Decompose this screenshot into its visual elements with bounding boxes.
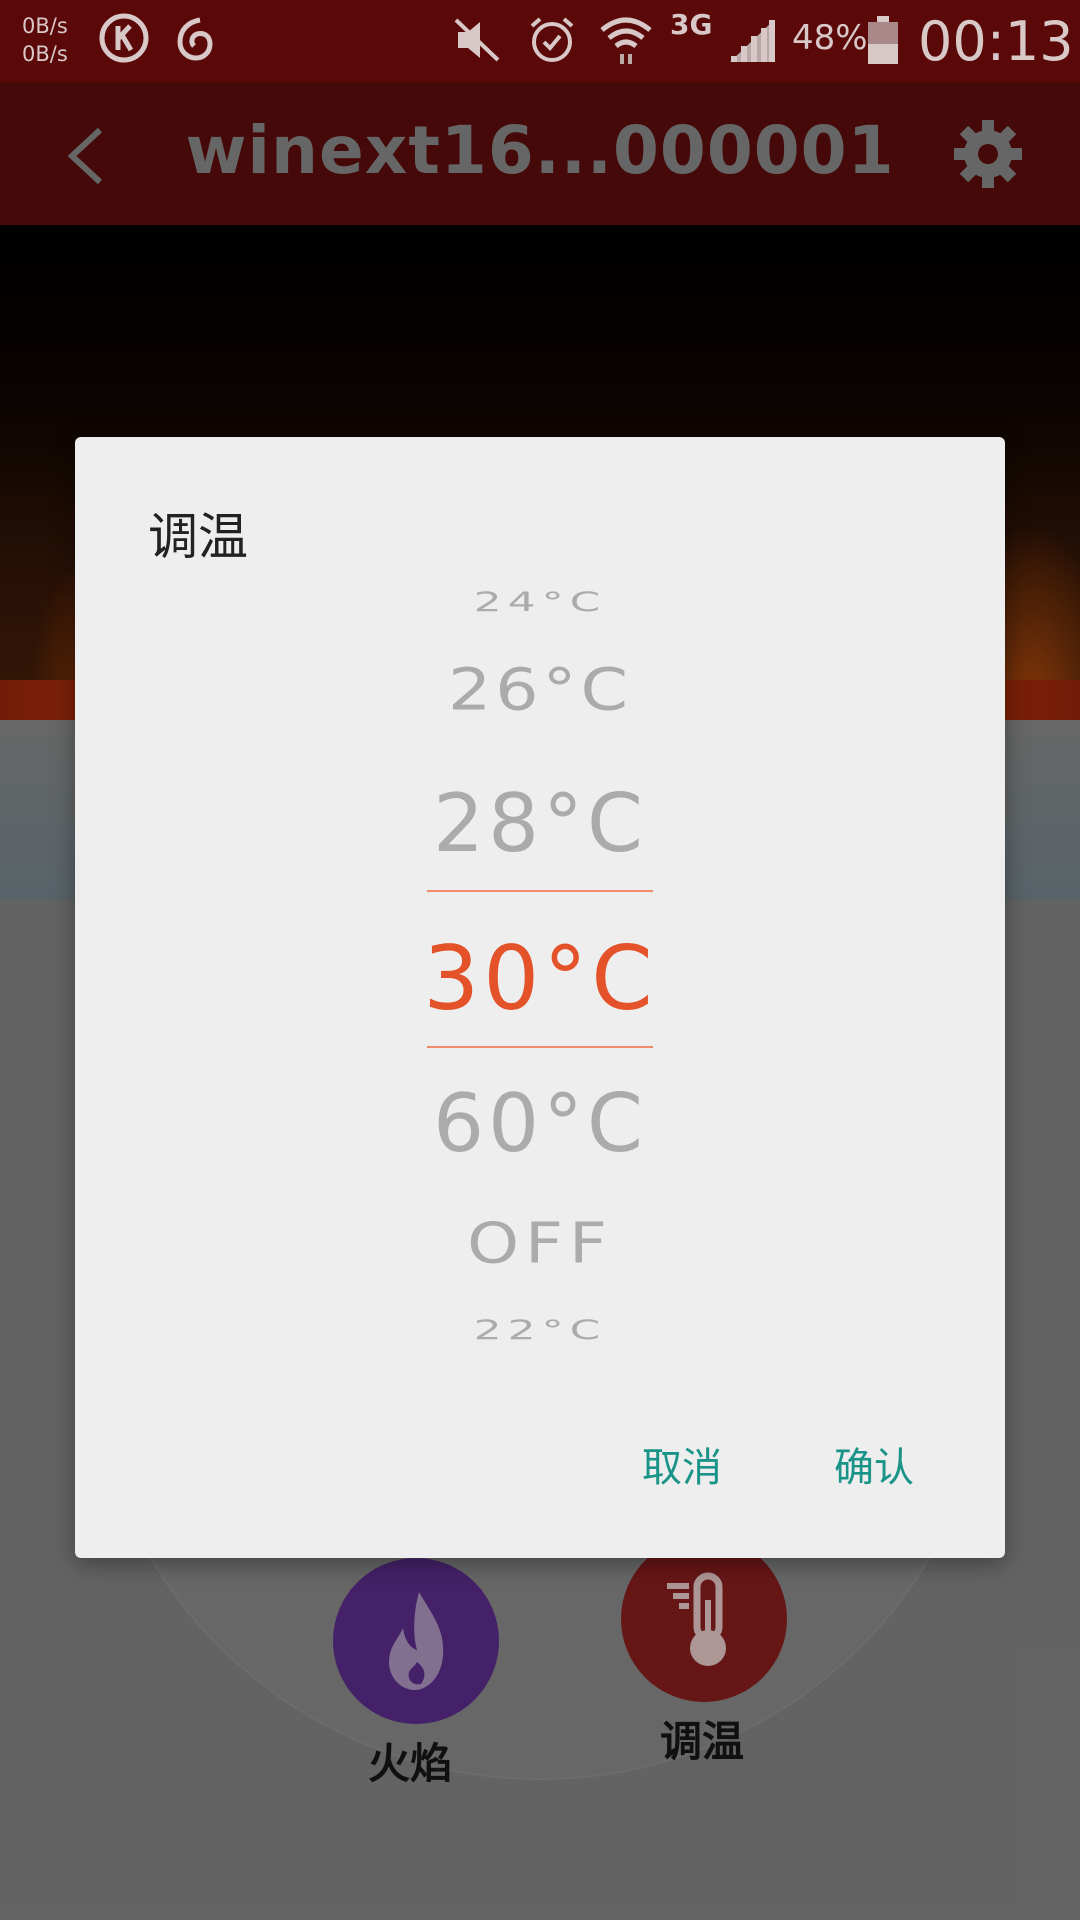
netease-music-icon bbox=[177, 17, 213, 61]
mute-icon bbox=[454, 18, 500, 62]
picker-option[interactable]: 60°C bbox=[75, 1077, 1005, 1170]
temperature-dialog: 调温 24°C 26°C 28°C 30°C 60°C OFF 22°C 取消 … bbox=[75, 437, 1005, 1558]
battery-icon bbox=[868, 16, 898, 64]
signal-icon bbox=[730, 20, 775, 62]
cancel-button[interactable]: 取消 bbox=[628, 1425, 736, 1503]
picker-option-selected[interactable]: 30°C bbox=[75, 927, 1005, 1030]
confirm-button[interactable]: 确认 bbox=[820, 1425, 928, 1503]
network-speed: 0B/s 0B/s bbox=[22, 12, 68, 68]
network-type: 3G bbox=[670, 8, 713, 41]
picker-option[interactable]: 24°C bbox=[75, 587, 1005, 618]
battery-percent: 48% bbox=[792, 18, 868, 58]
net-down-speed: 0B/s bbox=[22, 42, 68, 66]
picker-option[interactable]: OFF bbox=[75, 1211, 1005, 1276]
status-bar: 0B/s 0B/s 3G 48% 00:13 bbox=[0, 0, 1080, 82]
temperature-picker[interactable]: 24°C 26°C 28°C 30°C 60°C OFF 22°C bbox=[75, 437, 1005, 1558]
picker-option[interactable]: 28°C bbox=[75, 777, 1005, 870]
k-app-icon bbox=[99, 13, 149, 63]
clock: 00:13 bbox=[918, 10, 1074, 73]
selection-divider-bottom bbox=[427, 1046, 653, 1048]
picker-option[interactable]: 22°C bbox=[75, 1315, 1005, 1346]
picker-option[interactable]: 26°C bbox=[75, 657, 1005, 724]
net-up-speed: 0B/s bbox=[22, 14, 68, 38]
alarm-icon bbox=[530, 17, 574, 62]
selection-divider-top bbox=[427, 890, 653, 892]
wifi-icon bbox=[600, 17, 652, 64]
